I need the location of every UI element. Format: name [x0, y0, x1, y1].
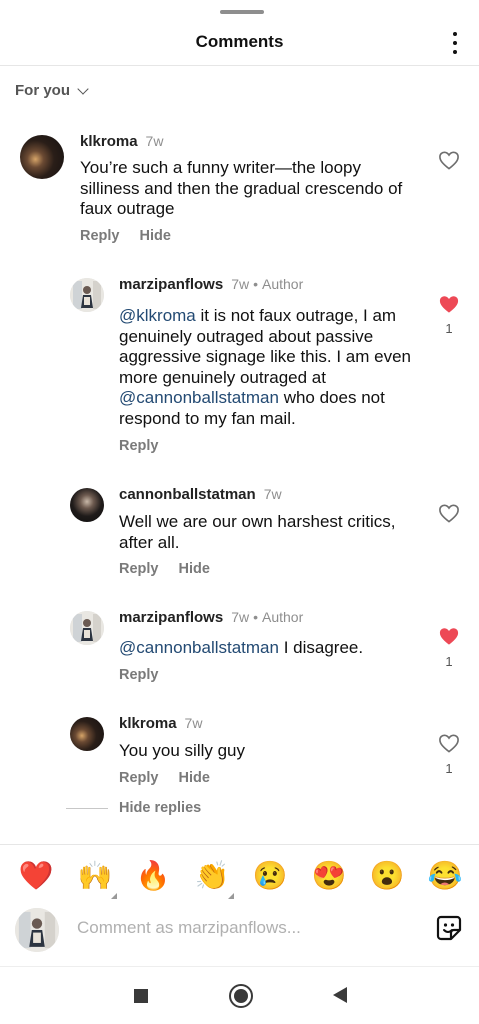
more-options-icon[interactable]	[445, 30, 465, 56]
emoji-clapping-hands[interactable]: 👏	[194, 859, 230, 893]
divider-line	[66, 807, 108, 809]
sticker-icon[interactable]	[435, 914, 463, 942]
comment-time: 7w	[145, 133, 164, 149]
recents-button[interactable]	[134, 989, 148, 1003]
emoji-surprised-face[interactable]: 😮	[369, 859, 405, 893]
hide-replies-button[interactable]: Hide replies	[66, 800, 201, 816]
comment-text-segment: I disagree.	[278, 638, 364, 657]
emoji-heart[interactable]: ❤️	[18, 859, 54, 893]
like-count: 1	[445, 761, 453, 776]
emoji-heart-eyes[interactable]: 😍	[311, 859, 347, 893]
heart-icon[interactable]	[438, 150, 460, 170]
comment-time: 7w	[231, 609, 250, 625]
comment-username[interactable]: marzipanflows	[119, 609, 223, 626]
avatar[interactable]	[70, 717, 104, 751]
emoji-fire[interactable]: 🔥	[135, 859, 171, 893]
like-count: 1	[445, 321, 453, 336]
like-count: 1	[445, 654, 453, 669]
system-navigation-bar	[0, 966, 479, 1024]
reply-button[interactable]: Reply	[80, 228, 120, 244]
avatar[interactable]	[20, 135, 64, 179]
header: Comments	[0, 22, 479, 66]
comment-username[interactable]: klkroma	[119, 715, 177, 732]
comment-text: You you silly guy	[119, 741, 246, 760]
back-button[interactable]	[333, 987, 347, 1003]
chevron-down-icon	[77, 82, 89, 95]
comment-text: @klkroma it is not faux outrage, I am ge…	[119, 306, 419, 429]
avatar[interactable]	[70, 611, 104, 645]
skin-tone-caret-icon	[228, 893, 234, 899]
author-badge: Author	[262, 276, 304, 292]
emoji-crying-face[interactable]: 😢	[252, 859, 288, 893]
emoji-raised-hands[interactable]: 🙌	[77, 859, 113, 893]
comment-time: 7w	[231, 276, 250, 292]
comment-composer: Comment as marzipanflows...	[0, 906, 479, 966]
hide-replies-label: Hide replies	[119, 800, 202, 816]
emoji-quick-reactions: ❤️ 🙌 🔥 👏 😢 😍 😮 😂	[0, 844, 479, 908]
mention-link[interactable]: @cannonballstatman	[119, 638, 279, 657]
hide-button[interactable]: Hide	[140, 228, 171, 244]
mention-link[interactable]: @cannonballstatman	[119, 388, 279, 407]
author-badge: Author	[262, 609, 304, 625]
heart-icon[interactable]	[438, 733, 460, 753]
comment-text: You’re such a funny writer—the loopy sil…	[80, 158, 403, 218]
sheet-drag-handle[interactable]	[220, 10, 264, 14]
comment-username[interactable]: cannonballstatman	[119, 486, 256, 503]
comment-username[interactable]: klkroma	[80, 133, 138, 150]
sort-filter-dropdown[interactable]: For you	[15, 82, 89, 99]
reply-button[interactable]: Reply	[119, 561, 159, 577]
comment-text: @cannonballstatman I disagree.	[119, 638, 419, 659]
mention-link[interactable]: @klkroma	[119, 306, 196, 325]
separator-dot: •	[253, 609, 258, 625]
reply-button[interactable]: Reply	[119, 438, 159, 454]
avatar[interactable]	[70, 278, 104, 312]
heart-icon[interactable]	[438, 503, 460, 523]
reply-button[interactable]: Reply	[119, 667, 159, 683]
emoji-tears-of-joy[interactable]: 😂	[427, 859, 463, 893]
page-title: Comments	[195, 32, 284, 51]
hide-button[interactable]: Hide	[179, 770, 210, 786]
avatar[interactable]	[70, 488, 104, 522]
skin-tone-caret-icon	[111, 893, 117, 899]
comment-username[interactable]: marzipanflows	[119, 276, 223, 293]
heart-icon[interactable]	[438, 626, 460, 646]
heart-icon[interactable]	[438, 294, 460, 314]
reply-button[interactable]: Reply	[119, 770, 159, 786]
avatar	[15, 908, 59, 952]
comment-time: 7w	[184, 715, 203, 731]
home-button[interactable]	[229, 984, 253, 1008]
hide-button[interactable]: Hide	[179, 561, 210, 577]
comment-input[interactable]: Comment as marzipanflows...	[77, 918, 301, 938]
sort-filter-label: For you	[15, 82, 70, 99]
comment-text: Well we are our own harshest critics, af…	[119, 512, 396, 552]
comment-time: 7w	[263, 486, 282, 502]
separator-dot: •	[253, 276, 258, 292]
